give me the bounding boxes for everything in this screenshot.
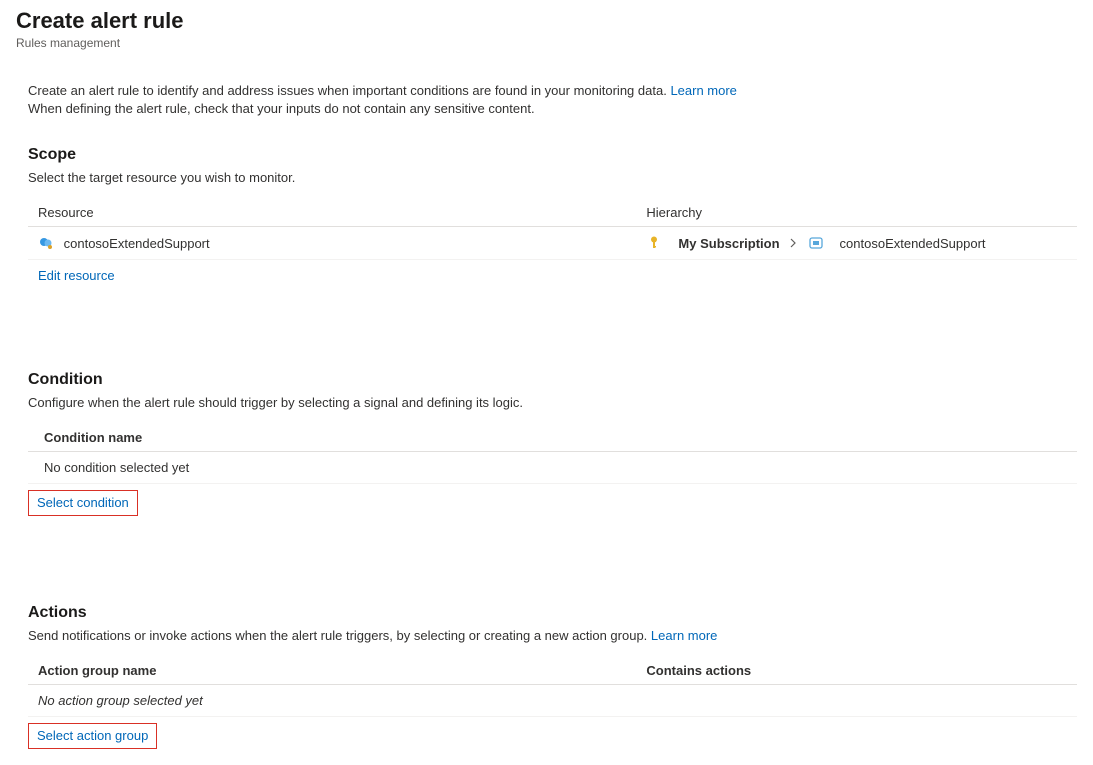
actions-section-desc: Send notifications or invoke actions whe… [28, 628, 1077, 643]
scope-table: Resource Hierarchy contosoExtendedSuppor… [28, 199, 1077, 260]
intro-line1: Create an alert rule to identify and add… [28, 83, 667, 98]
select-condition-highlight: Select condition [28, 490, 138, 516]
condition-table: Condition name No condition selected yet [28, 424, 1077, 484]
resource-group-icon [808, 235, 824, 251]
scope-row: contosoExtendedSupport My Subscription [28, 227, 1077, 260]
scope-col-resource: Resource [28, 199, 636, 227]
actions-learn-more-link[interactable]: Learn more [651, 628, 717, 643]
actions-empty-text: No action group selected yet [28, 685, 1077, 717]
scope-col-hierarchy: Hierarchy [636, 199, 1077, 227]
select-action-group-highlight: Select action group [28, 723, 157, 749]
condition-row-empty: No condition selected yet [28, 452, 1077, 484]
actions-desc-text: Send notifications or invoke actions whe… [28, 628, 647, 643]
intro-line2: When defining the alert rule, check that… [28, 101, 535, 116]
actions-section-title: Actions [28, 604, 1077, 622]
cloud-service-icon [38, 235, 54, 251]
edit-resource-link[interactable]: Edit resource [38, 268, 115, 283]
page-subtitle: Rules management [16, 36, 1077, 50]
scope-section-title: Scope [28, 146, 1077, 164]
key-icon [646, 235, 662, 251]
scope-resource-name: contosoExtendedSupport [64, 236, 210, 251]
condition-section-title: Condition [28, 371, 1077, 389]
intro-text: Create an alert rule to identify and add… [28, 82, 1077, 118]
actions-col-contains: Contains actions [636, 657, 1077, 685]
scope-resource-group: contosoExtendedSupport [840, 236, 986, 251]
condition-empty-text: No condition selected yet [28, 452, 1077, 484]
intro-learn-more-link[interactable]: Learn more [670, 83, 736, 98]
scope-subscription: My Subscription [678, 236, 779, 251]
condition-col-name: Condition name [28, 424, 1077, 452]
condition-section-desc: Configure when the alert rule should tri… [28, 395, 1077, 410]
scope-section-desc: Select the target resource you wish to m… [28, 170, 1077, 185]
actions-table: Action group name Contains actions No ac… [28, 657, 1077, 717]
chevron-right-icon [790, 238, 798, 248]
select-action-group-link[interactable]: Select action group [37, 728, 148, 743]
select-condition-link[interactable]: Select condition [37, 495, 129, 510]
page-title: Create alert rule [16, 8, 1077, 34]
actions-col-name: Action group name [28, 657, 636, 685]
actions-row-empty: No action group selected yet [28, 685, 1077, 717]
